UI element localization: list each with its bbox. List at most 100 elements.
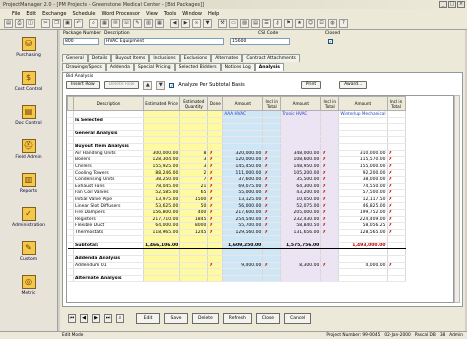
paste-icon[interactable]: ▣ <box>63 19 72 28</box>
cell-incl-1[interactable] <box>262 268 282 276</box>
cell-incl-1[interactable]: ✗ <box>262 209 282 217</box>
delete-row-button[interactable]: Delete Row <box>103 81 140 89</box>
cell-incl-1[interactable]: ✗ <box>262 196 282 204</box>
cell-incl-2[interactable] <box>320 248 340 257</box>
cell-amount-2[interactable] <box>280 268 322 276</box>
cell-done[interactable]: ✗ <box>207 176 224 184</box>
table-row[interactable]: Condensing Units 38,250.00 7 ✗ 37,600.00 ✗ 35,… <box>67 176 406 184</box>
cell-description[interactable]: Addendum 01 <box>73 262 144 270</box>
cell-amount-1[interactable]: 55,000.00 <box>222 189 264 197</box>
cell-amount-2[interactable] <box>280 275 322 283</box>
cell-incl-3[interactable]: ✗ <box>387 262 406 270</box>
tab-alternates[interactable]: Alternates <box>211 54 243 62</box>
cell-amount-2[interactable]: 148,950.00 <box>280 163 322 171</box>
col-header-incl-1[interactable]: Incl in Total <box>262 96 282 111</box>
cell-description[interactable]: Cooling Towers <box>73 169 144 177</box>
cell-incl-1[interactable] <box>262 255 282 263</box>
cell-estimated-price[interactable] <box>143 143 181 151</box>
cell-estimated-price[interactable]: 13,975.00 <box>143 196 181 204</box>
cell-amount-3[interactable]: 310,000.00 <box>338 150 388 158</box>
cell-amount-3[interactable]: 46,825.00 <box>338 202 388 210</box>
cell-description[interactable]: General Analysis <box>73 130 144 138</box>
cell-incl-2[interactable] <box>320 255 340 263</box>
cell-estimated-price[interactable]: 156,800.00 <box>143 209 181 217</box>
link-icon[interactable]: ∞ <box>192 19 201 28</box>
table-row[interactable] <box>67 248 406 257</box>
cell-amount-3[interactable]: 115,570.00 <box>338 156 388 164</box>
cell-estimated-price[interactable] <box>143 123 181 131</box>
user-icon[interactable]: ☺ <box>306 19 315 28</box>
cell-estimated-quantity[interactable]: 8 <box>179 150 209 158</box>
cell-incl-2[interactable]: ✗ <box>320 216 340 224</box>
cell-incl-1[interactable]: ✗ <box>262 150 282 158</box>
cell-estimated-price[interactable]: 64,000.00 <box>143 222 181 230</box>
col-header-estimated-quantity[interactable]: Estimated Quantity <box>179 96 209 111</box>
cell-estimated-quantity[interactable]: 2 <box>179 169 209 177</box>
table-row[interactable]: Registers 217,710.00 1845 ✗ 254,540.00 ✗ 232,4… <box>67 216 406 224</box>
close-icon[interactable]: × <box>457 1 465 8</box>
cell-description[interactable]: Alternate Analysis <box>73 275 144 283</box>
table-row[interactable] <box>67 136 406 144</box>
cell-incl-2[interactable]: ✗ <box>320 229 340 237</box>
cell-estimated-price[interactable] <box>143 117 181 125</box>
cell-amount-1[interactable] <box>222 255 264 263</box>
cell-amount-3[interactable]: 155,000.00 <box>338 163 388 171</box>
cell-estimated-quantity[interactable] <box>179 248 209 257</box>
image-icon[interactable]: ▨ <box>240 19 249 28</box>
table-row[interactable] <box>67 235 406 243</box>
cell-estimated-quantity[interactable] <box>179 242 209 250</box>
cell-estimated-quantity[interactable]: 50 <box>179 202 209 210</box>
menu-view[interactable]: View <box>146 11 158 17</box>
cell-estimated-price[interactable]: 88,246.00 <box>143 169 181 177</box>
cell-amount-2[interactable] <box>280 235 322 243</box>
tab-selected-bidders[interactable]: Selected Bidders <box>174 63 221 71</box>
cell-description[interactable] <box>73 268 144 276</box>
cell-amount-3[interactable]: 4,000.00 <box>338 262 388 270</box>
cell-amount-3[interactable]: 199,752.00 <box>338 209 388 217</box>
cell-amount-2[interactable]: 205,000.00 <box>280 209 322 217</box>
table-row[interactable]: Exhaust Fans 78,045.00 21 ✗ 69,075.00 ✗ 64,300… <box>67 183 406 191</box>
cell-amount-2[interactable]: 64,300.00 <box>280 183 322 191</box>
cell-done[interactable] <box>207 117 224 125</box>
cell-incl-2[interactable]: ✗ <box>320 163 340 171</box>
cell-estimated-quantity[interactable]: 65 <box>179 189 209 197</box>
cell-estimated-price[interactable]: 52,585.00 <box>143 189 181 197</box>
cell-incl-3[interactable]: ✗ <box>387 169 406 177</box>
col-header-description[interactable]: Description <box>73 96 144 111</box>
cell-estimated-quantity[interactable] <box>179 136 209 144</box>
table-row[interactable]: Buyout Item Analysis <box>67 143 406 151</box>
cell-description[interactable] <box>73 248 144 257</box>
cell-incl-1[interactable]: ✗ <box>262 183 282 191</box>
cell-description[interactable]: Subtotal: <box>73 242 144 250</box>
cell-estimated-quantity[interactable]: 400 <box>179 209 209 217</box>
cell-incl-2[interactable] <box>320 117 340 125</box>
cell-estimated-quantity[interactable]: 7 <box>179 176 209 184</box>
cell-amount-2[interactable]: 10,050.00 <box>280 196 322 204</box>
cell-amount-1[interactable] <box>222 117 264 125</box>
table-row[interactable]: Initial Valve Pipe 13,975.00 1500 ✗ 13,125.0… <box>67 196 406 204</box>
cell-incl-1[interactable]: ✗ <box>262 189 282 197</box>
cell-estimated-price[interactable] <box>143 235 181 243</box>
cell-incl-1[interactable]: ✗ <box>262 229 282 237</box>
cell-amount-2[interactable] <box>280 248 322 257</box>
table-row[interactable]: Cooling Towers 88,246.00 2 ✗ 111,000.00 ✗ 105,… <box>67 169 406 177</box>
cell-amount-3[interactable] <box>338 143 388 151</box>
menu-schedule[interactable]: Schedule <box>73 11 96 17</box>
tab-special-pricing[interactable]: Special Pricing <box>133 63 175 71</box>
tab-general[interactable]: General <box>62 54 88 62</box>
cell-incl-3[interactable]: ✗ <box>387 150 406 158</box>
cell-incl-3[interactable] <box>387 235 406 243</box>
cell-amount-2[interactable]: 348,000.00 <box>280 150 322 158</box>
cell-incl-3[interactable]: ✗ <box>387 176 406 184</box>
cell-incl-3[interactable] <box>387 248 406 257</box>
cell-done[interactable]: ✗ <box>207 156 224 164</box>
cell-amount-3[interactable] <box>338 248 388 257</box>
cell-description[interactable]: Is Selected <box>73 117 144 125</box>
mail-icon[interactable]: ✉ <box>111 19 120 28</box>
cell-done[interactable]: ✗ <box>207 189 224 197</box>
cell-amount-3[interactable]: 74,550.00 <box>338 183 388 191</box>
cell-estimated-price[interactable]: 217,710.00 <box>143 216 181 224</box>
package-number-field[interactable]: 800 <box>63 38 99 45</box>
doc-icon[interactable]: ▭ <box>229 19 238 28</box>
cell-incl-2[interactable] <box>320 143 340 151</box>
